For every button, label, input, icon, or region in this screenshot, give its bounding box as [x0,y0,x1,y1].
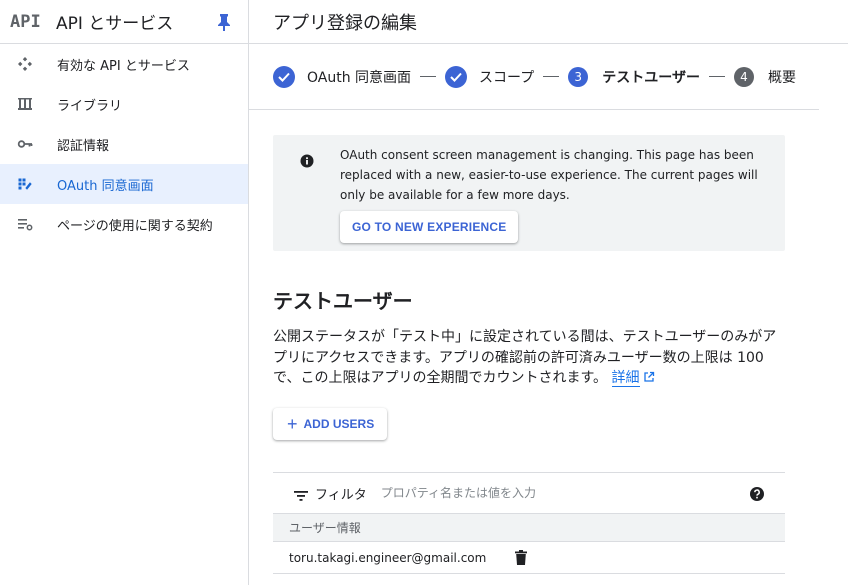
add-users-button[interactable]: + ADD USERS [273,408,387,440]
table-row: toru.takagi.engineer@gmail.com [273,542,785,574]
test-users-table: フィルタ ユーザー情報 toru.takagi.engineer@gmail.c… [273,472,785,574]
app-window: API API とサービス 有効な API とサービス ライブラリ 認証情報 O… [0,0,848,585]
add-users-label: ADD USERS [303,417,375,431]
sidebar-item-label: OAuth 同意画面 [57,178,154,194]
sidebar-item-label: ライブラリ [57,98,123,114]
filter-icon [293,487,309,501]
api-hub-icon [17,56,33,72]
plus-icon: + [287,414,298,434]
library-icon [17,96,33,112]
user-email: toru.takagi.engineer@gmail.com [289,550,487,565]
step-scopes[interactable]: スコープ [445,65,535,88]
step-separator [420,76,437,77]
help-icon[interactable] [749,486,765,502]
step-label: OAuth 同意画面 [307,69,412,86]
check-icon [273,65,295,88]
key-icon [17,136,33,152]
column-header-user-info: ユーザー情報 [289,521,361,535]
notice-text: OAuth consent screen management is chang… [340,148,758,202]
consent-icon [17,176,33,192]
step-label: テストユーザー [602,69,700,86]
step-label: 概要 [767,69,796,86]
filter-bar: フィルタ [273,472,785,514]
step-summary[interactable]: 4 概要 [733,66,796,87]
sidebar-item-library[interactable]: ライブラリ [0,84,248,124]
filter-input[interactable] [380,486,681,500]
step-separator [708,76,725,77]
section-description: 公開ステータスが「テスト中」に設定されている間は、テストユーザーのみがアプリにア… [273,327,788,389]
settings-list-icon [17,216,33,232]
sidebar: API API とサービス 有効な API とサービス ライブラリ 認証情報 O… [0,0,249,585]
learn-more-link[interactable]: 詳細 [611,370,640,387]
stepper: OAuth 同意画面 スコープ 3 テストユーザー 4 概要 [249,44,819,110]
section-title: テストユーザー [273,289,413,313]
step-label: スコープ [479,69,535,86]
sidebar-item-label: 有効な API とサービス [57,58,190,74]
sidebar-item-enabled-apis[interactable]: 有効な API とサービス [0,44,248,84]
table-header: ユーザー情報 [273,514,785,542]
page-title: アプリ登録の編集 [249,0,848,44]
description-text: 公開ステータスが「テスト中」に設定されている間は、テストユーザーのみがアプリにア… [273,329,777,386]
step-test-users[interactable]: 3 テストユーザー [568,66,700,87]
step-number: 3 [568,66,589,87]
step-separator [543,76,560,77]
step-oauth-consent[interactable]: OAuth 同意画面 [273,65,412,88]
sidebar-item-oauth-consent[interactable]: OAuth 同意画面 [0,164,248,204]
info-icon [300,153,314,168]
api-logo: API [10,11,41,32]
sidebar-item-label: 認証情報 [57,138,110,154]
check-icon [445,65,468,88]
notice-box: OAuth consent screen management is chang… [273,135,785,251]
main-content: アプリ登録の編集 OAuth 同意画面 スコープ 3 テストユーザー 4 概要 … [249,0,848,585]
step-number: 4 [733,66,754,87]
sidebar-header: API API とサービス [0,0,248,44]
sidebar-item-credentials[interactable]: 認証情報 [0,124,248,164]
delete-icon[interactable] [515,550,527,565]
filter-label: フィルタ [315,487,367,503]
sidebar-item-label: ページの使用に関する契約 [57,218,213,234]
go-to-new-experience-button[interactable]: GO TO NEW EXPERIENCE [340,211,519,243]
sidebar-nav: 有効な API とサービス ライブラリ 認証情報 OAuth 同意画面 ページの… [0,44,248,244]
pin-icon[interactable] [217,13,231,32]
external-link-icon [643,369,655,382]
sidebar-title: API とサービス [56,14,174,34]
sidebar-item-page-usage[interactable]: ページの使用に関する契約 [0,204,248,244]
